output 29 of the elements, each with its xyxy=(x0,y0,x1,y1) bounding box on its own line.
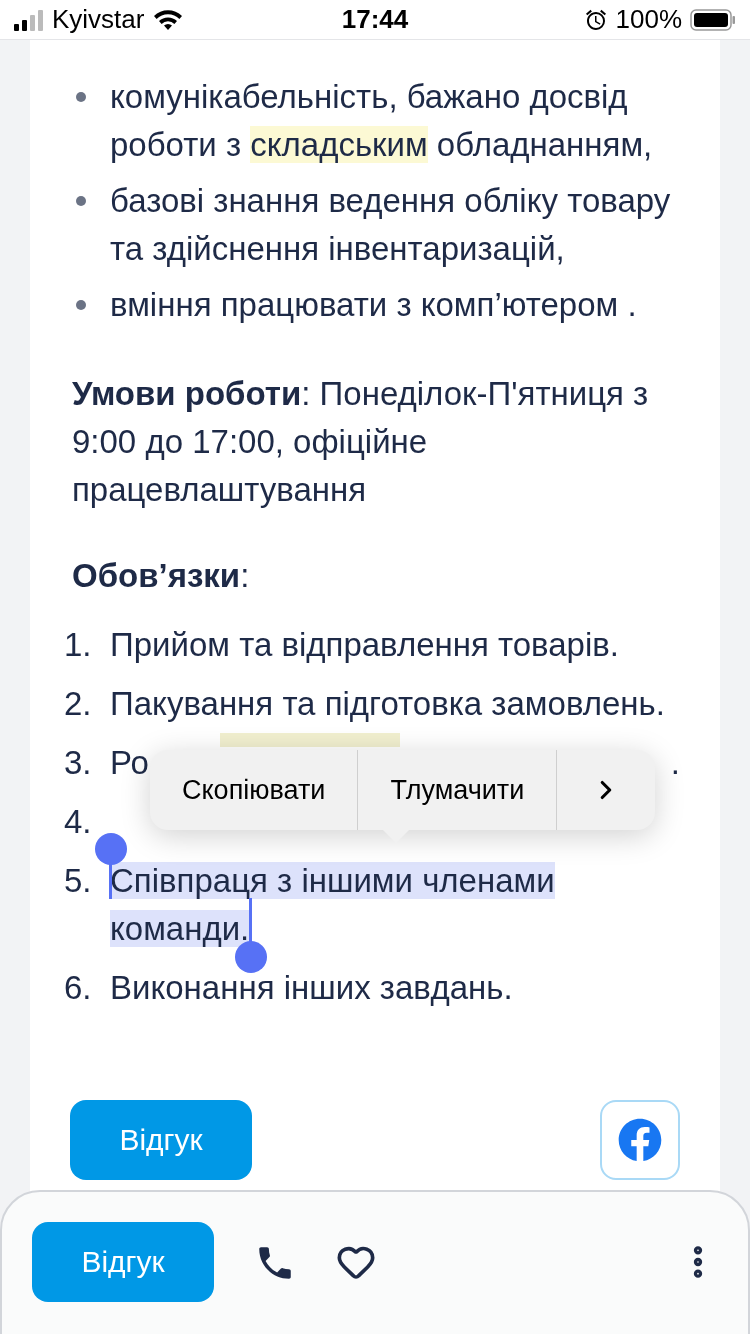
list-number: 6. xyxy=(64,968,93,1008)
menu-item[interactable]: Скопіювати xyxy=(150,750,359,830)
list-text: Виконання інших завдань. xyxy=(110,968,514,1008)
list-text: Пакування та підготовка замовлень. xyxy=(110,684,666,724)
menu-item[interactable]: Тлумачити xyxy=(358,750,558,830)
signal-icon xyxy=(14,8,44,31)
battery-icon xyxy=(690,8,736,31)
list-number: 4. xyxy=(64,802,93,842)
list-number: 3. xyxy=(64,743,93,783)
list-text: вміння працювати з комп’ютером . xyxy=(110,285,638,325)
work-conditions: Умови роботи: Понеділок-П'ятниця з 9:00 до 17:00, офіційне працевлаштування xyxy=(72,374,650,510)
carrier-name: Kyivstar xyxy=(52,4,145,35)
alarm-icon xyxy=(583,7,608,32)
facebook-share-button[interactable] xyxy=(600,1100,680,1180)
list-text: Співпраця з іншими членами команди. xyxy=(110,861,556,949)
list-number: 5. xyxy=(64,861,93,901)
bullet-icon xyxy=(76,196,86,206)
duties-heading: Обов’язки: xyxy=(72,556,251,596)
bullet-icon xyxy=(76,92,86,102)
list-number: 1. xyxy=(64,625,93,665)
bullet-icon xyxy=(76,300,86,310)
clock: 17:44 xyxy=(341,4,409,35)
facebook-icon xyxy=(618,1118,662,1162)
wifi-icon xyxy=(152,7,185,32)
list-number: 2. xyxy=(64,684,93,724)
battery-percent: 100% xyxy=(615,4,682,35)
list-text: Ро xyxy=(110,743,149,783)
list-text: . xyxy=(670,743,680,783)
list-text: Прийом та відправлення товарів. xyxy=(110,625,620,665)
